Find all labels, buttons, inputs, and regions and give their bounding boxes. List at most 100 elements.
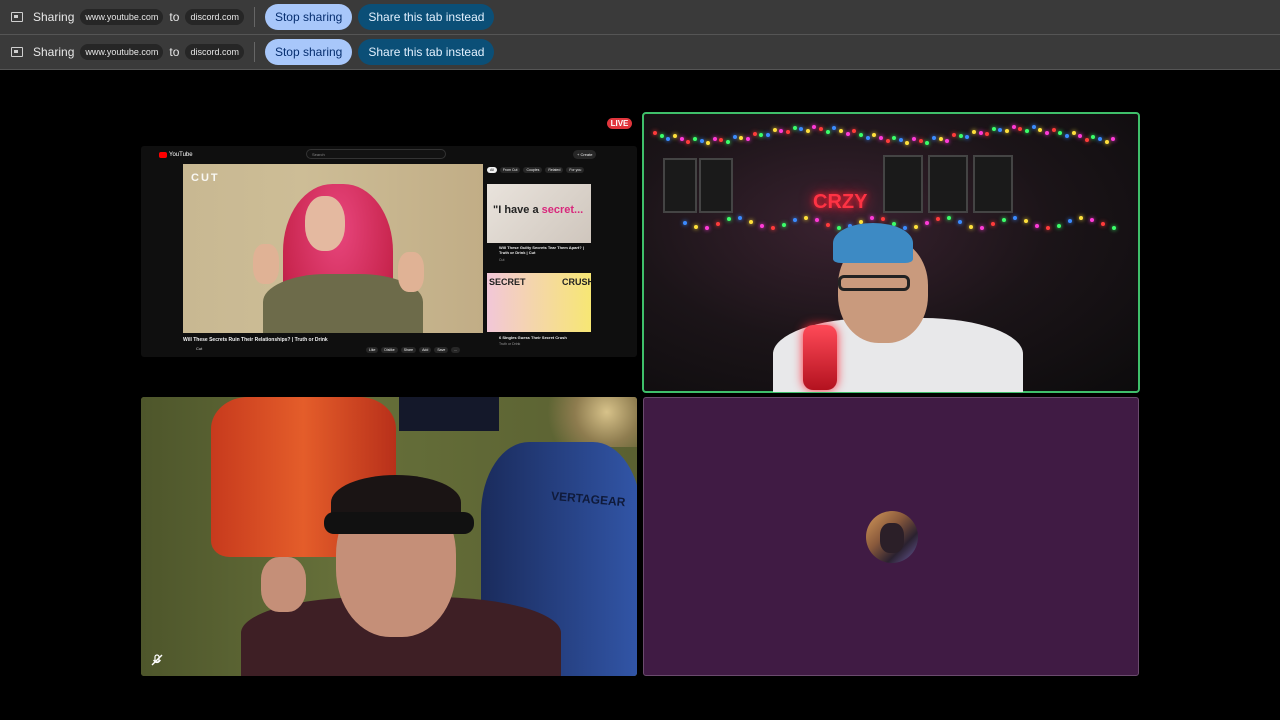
stop-sharing-button[interactable]: Stop sharing	[264, 39, 353, 65]
source-site-pill: www.youtube.com	[80, 44, 164, 60]
light-bulb	[914, 225, 918, 230]
light-bulb	[712, 136, 717, 141]
light-bulb	[1031, 125, 1036, 130]
light-bulb	[898, 138, 903, 143]
chip: From Cut	[499, 167, 521, 173]
light-bulb	[892, 135, 897, 140]
target-site-pill: discord.com	[185, 44, 244, 60]
light-bulb	[951, 133, 956, 138]
share-this-tab-button[interactable]: Share this tab instead	[358, 4, 495, 30]
wall-frame	[973, 155, 1013, 213]
light-bulb	[1068, 218, 1072, 223]
light-bulb	[739, 136, 744, 141]
light-bulb	[885, 138, 890, 143]
light-bulb	[1013, 216, 1017, 221]
thumbnail-text-part: "I have a	[493, 204, 542, 216]
light-bulb	[719, 138, 724, 143]
participant-shape	[838, 275, 910, 291]
light-bulb	[938, 137, 943, 142]
headset	[324, 512, 474, 534]
light-bulb	[1058, 130, 1063, 135]
light-bulb	[969, 224, 973, 229]
stream-tile[interactable]: YouTube Search + Create CUT Will These S…	[141, 146, 637, 357]
wall-frame	[663, 158, 697, 213]
save-button: Save	[434, 347, 449, 353]
video-player: CUT	[183, 164, 483, 333]
divider	[253, 42, 255, 62]
light-bulb	[845, 132, 850, 137]
light-bulb	[905, 140, 910, 145]
light-bulb	[947, 216, 951, 221]
channel-name: Cut	[196, 346, 203, 351]
participant-shape	[833, 223, 913, 263]
recommended-meta: Cut	[499, 258, 505, 262]
mic-muted-icon	[150, 653, 164, 667]
light-bulb	[839, 129, 843, 134]
light-bulb	[1051, 127, 1056, 132]
light-bulb	[1112, 225, 1116, 230]
light-bulb	[858, 132, 863, 137]
video-frame-shape	[305, 196, 345, 251]
light-bulb	[965, 135, 970, 140]
avatar[interactable]	[866, 511, 918, 563]
thumbnail-text: CRUSH	[562, 277, 591, 287]
light-bulb	[716, 221, 720, 226]
light-bulb	[1002, 217, 1006, 222]
neon-sign: CRZY	[813, 191, 868, 213]
youtube-logo-text: YouTube	[169, 151, 193, 158]
light-bulb	[1078, 134, 1083, 139]
light-bulb	[1091, 134, 1096, 139]
light-bulb	[804, 216, 808, 220]
chip: All	[487, 167, 497, 173]
wall-frame	[928, 155, 968, 213]
light-bulb	[1044, 130, 1049, 135]
light-bulb	[683, 221, 687, 225]
light-bulb	[958, 134, 963, 139]
webcam-tile-speaking[interactable]: CRZY	[642, 112, 1140, 393]
filter-chips: All From Cut Couples Related For you	[487, 167, 585, 173]
light-bulb	[985, 131, 990, 136]
light-bulb	[765, 133, 770, 138]
light-bulb	[991, 222, 995, 227]
light-bulb	[1005, 129, 1010, 134]
light-bulb	[1084, 137, 1089, 142]
webcam-tile[interactable]: VERTAGEAR	[141, 397, 637, 676]
thumbnail-text: SECRET	[489, 277, 526, 287]
light-bulb	[978, 130, 983, 135]
light-bulb	[1038, 128, 1043, 133]
light-bulb	[659, 134, 664, 139]
light-bulb	[925, 140, 930, 145]
light-bulb	[1090, 217, 1094, 222]
light-bulb	[793, 218, 797, 223]
sharing-label: Sharing	[33, 10, 75, 24]
youtube-search-input: Search	[306, 149, 446, 159]
light-bulb	[694, 225, 698, 230]
light-bulb	[1035, 223, 1039, 228]
light-bulb	[819, 127, 824, 132]
light-bulb	[1064, 134, 1069, 138]
light-bulb	[782, 223, 786, 228]
video-actions: Like Dislike Share Add Save ...	[366, 347, 461, 353]
light-bulb	[837, 225, 841, 230]
light-bulb	[1018, 127, 1023, 131]
youtube-create-button: + Create	[573, 150, 597, 159]
light-bulb	[852, 129, 857, 134]
light-bulb	[666, 137, 671, 142]
avatar-tile[interactable]	[643, 397, 1139, 676]
recommended-title: 6 Singles Guess Their Secret Crush	[499, 335, 567, 340]
light-bulb	[870, 216, 874, 221]
share-this-tab-button[interactable]: Share this tab instead	[358, 39, 495, 65]
recommended-thumbnail: "I have a secret...	[487, 184, 591, 243]
light-bulb	[771, 225, 775, 230]
video-brand: CUT	[191, 172, 220, 184]
recommended-thumbnail: SECRET CRUSH	[487, 273, 591, 332]
light-bulb	[881, 217, 885, 222]
light-bulb	[799, 127, 804, 132]
screen-share-icon	[11, 47, 23, 57]
light-bulb	[792, 125, 797, 130]
chip: For you	[566, 167, 585, 173]
stop-sharing-button[interactable]: Stop sharing	[264, 4, 353, 30]
screen-share-icon	[11, 12, 23, 22]
like-button: Like	[366, 347, 379, 353]
light-bulb	[1104, 140, 1109, 145]
